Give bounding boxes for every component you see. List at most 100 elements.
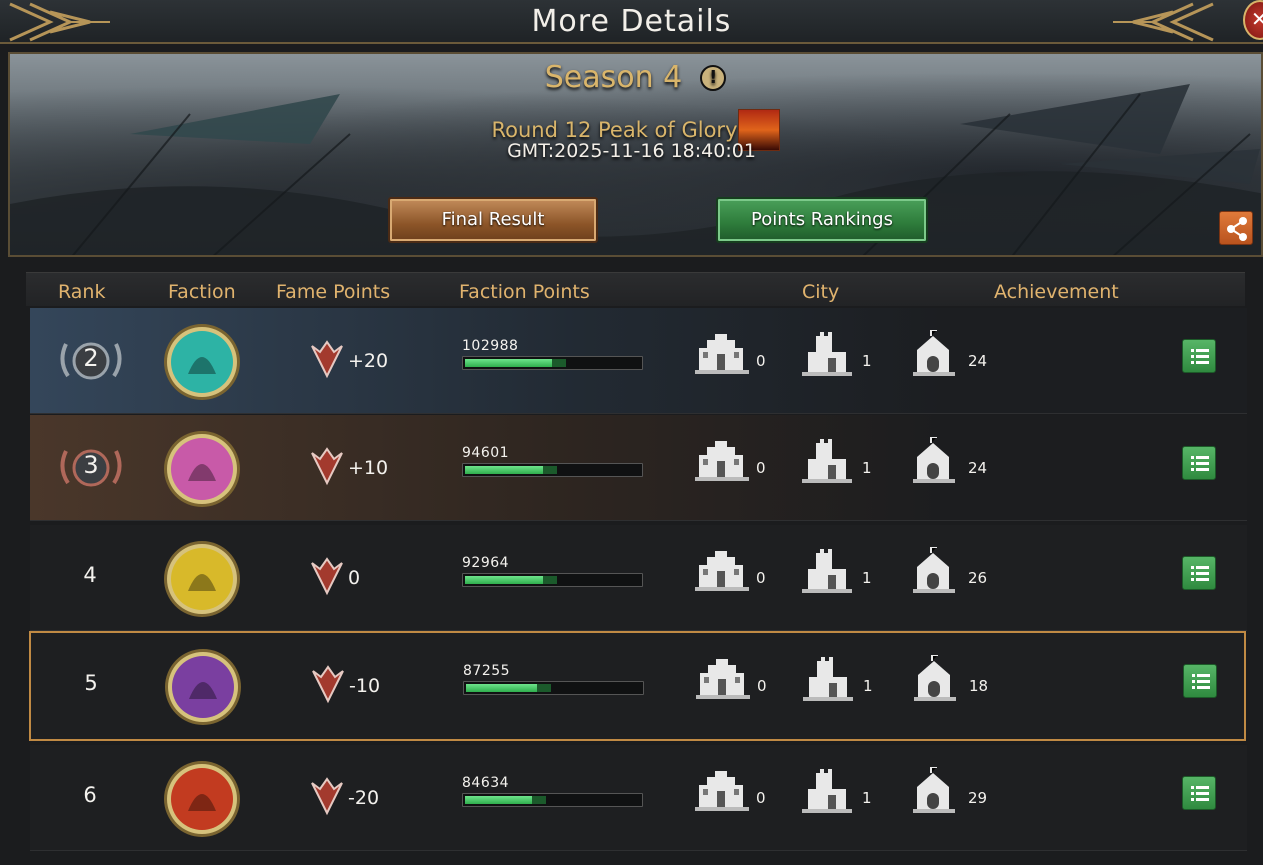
table-row: 2 +20 102988 0 1 24 [30,308,1247,414]
faction-points-fill-shade [551,359,566,367]
window-title: More Details [531,4,732,39]
direwolf-sigil-icon [164,541,240,617]
fame-points-value: -10 [349,675,381,697]
fame-points-value: +20 [348,350,389,372]
tower-count: 1 [862,569,872,587]
tower-count: 1 [862,789,872,807]
fortress-count: 24 [968,352,988,370]
rank-number: 2 [83,344,99,372]
list-icon [1191,456,1209,471]
faction-points-fill [466,684,551,692]
faction-points-fill-shade [543,466,558,474]
castle-count: 0 [756,569,766,587]
rank-number: 5 [84,671,98,695]
achievement-list-button[interactable] [1182,446,1216,480]
list-icon [1192,674,1210,689]
header-rank: Rank [58,281,106,303]
rank-number: 6 [83,783,97,807]
fame-emblem-icon [311,777,343,816]
tower-icon [802,549,852,593]
fortress-icon [913,767,955,813]
header-city: City [802,281,840,303]
faction-points-value: 94601 [462,445,510,461]
table-header: Rank Faction Fame Points Faction Points … [26,272,1245,306]
tower-icon [802,332,852,376]
final-result-button[interactable]: Final Result [388,197,598,243]
faction-points-fill [465,466,558,474]
stag-sigil-icon [164,431,240,507]
fortress-icon [913,437,955,483]
rank-number: 3 [83,451,99,479]
header-faction: Faction [168,281,236,303]
faction-points-bar [462,463,643,477]
fame-emblem-icon [311,447,343,486]
fame-points-value: -20 [348,787,380,809]
faction-points-value: 84634 [462,775,510,791]
castle-icon [695,551,749,591]
faction-points-fill [465,359,566,367]
fortress-icon [913,547,955,593]
table-row: 4 0 92964 0 1 26 [30,525,1247,631]
castle-icon [695,441,749,481]
fortress-icon [914,655,956,701]
achievement-list-button[interactable] [1182,776,1216,810]
faction-points-bar [463,681,644,695]
faction-points-fill-shade [543,576,558,584]
close-icon: ✕ [1251,7,1263,31]
faction-points-value: 102988 [462,338,519,354]
castle-icon [696,659,750,699]
gmt-timestamp: GMT:2025-11-16 18:40:01 [507,140,756,162]
fame-points-value: 0 [348,567,361,589]
castle-count: 0 [756,789,766,807]
dragon-sigil-icon [165,649,241,725]
header-faction-points: Faction Points [459,281,590,303]
fortress-icon [913,330,955,376]
title-bar: More Details ✕ [0,0,1263,44]
castle-count: 0 [756,459,766,477]
tower-icon [802,439,852,483]
tower-count: 1 [862,352,872,370]
castle-count: 0 [757,677,767,695]
fame-emblem-icon [311,340,343,379]
right-ornament-icon [1113,2,1214,42]
season-banner: Season 4! Round 12 Peak of Glory GMT:202… [8,52,1263,257]
tower-count: 1 [863,677,873,695]
achievement-list-button[interactable] [1182,339,1216,373]
fortress-count: 26 [968,569,988,587]
share-button[interactable] [1219,211,1253,245]
list-icon [1191,566,1209,581]
fortress-count: 18 [969,677,989,695]
faction-points-fill-shade [536,684,551,692]
castle-icon [695,771,749,811]
kraken-sigil-icon [164,324,240,400]
list-icon [1191,786,1209,801]
faction-points-bar [462,573,643,587]
faction-points-value: 92964 [462,555,510,571]
list-icon [1191,349,1209,364]
faction-points-bar [462,793,643,807]
faction-points-fill [465,796,547,804]
season-label: Season 4 [544,60,683,95]
lion-sigil-icon [164,761,240,837]
tower-icon [803,657,853,701]
season-title: Season 4! [10,60,1261,95]
points-rankings-button[interactable]: Points Rankings [716,197,928,243]
table-row: 5 -10 87255 0 1 18 [29,631,1246,741]
faction-points-fill [465,576,558,584]
round-label: Round 12 Peak of Glory [491,118,738,142]
header-fame-points: Fame Points [276,281,391,303]
achievement-list-button[interactable] [1183,664,1217,698]
rank-number: 4 [83,563,97,587]
fortress-count: 29 [968,789,988,807]
table-row: 6 -20 84634 0 1 29 [30,745,1247,851]
faction-points-bar [462,356,643,370]
achievement-list-button[interactable] [1182,556,1216,590]
header-achievement: Achievement [994,281,1119,303]
fame-points-value: +10 [348,457,389,479]
faction-points-value: 87255 [463,663,511,679]
castle-icon [695,334,749,374]
share-icon [1227,217,1247,241]
info-icon[interactable]: ! [700,65,727,91]
tower-count: 1 [862,459,872,477]
table-row: 3 +10 94601 0 1 24 [30,415,1247,521]
